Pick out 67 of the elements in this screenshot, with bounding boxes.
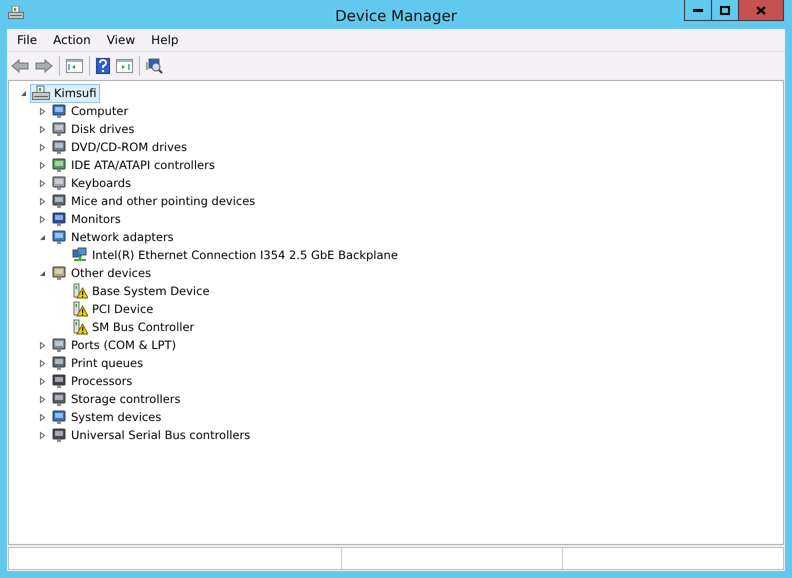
expand-arrow-icon[interactable] (38, 340, 47, 350)
tree-item[interactable]: Universal Serial Bus controllers (49, 426, 254, 444)
device-icon (51, 409, 67, 425)
close-button[interactable] (738, 0, 784, 21)
close-icon (756, 6, 766, 14)
menu-item[interactable]: Help (145, 33, 185, 47)
tree-item[interactable]: Keyboards (49, 174, 136, 192)
device-icon (51, 157, 67, 173)
minimize-button[interactable] (684, 0, 712, 21)
expand-arrow-icon[interactable] (38, 196, 47, 206)
device-icon (51, 355, 67, 371)
expand-arrow-icon[interactable] (38, 214, 47, 224)
tree-item[interactable]: Intel(R) Ethernet Connection I354 2.5 GbE Backplane (70, 246, 402, 264)
expand-arrow-icon[interactable] (38, 268, 47, 278)
tree-item[interactable]: Disk drives (49, 120, 138, 138)
maximize-icon (720, 6, 730, 14)
tree-item[interactable]: Storage controllers (49, 390, 185, 408)
device-icon (51, 229, 67, 245)
device-icon (51, 391, 67, 407)
tree-item[interactable]: Network adapters (49, 228, 178, 246)
expand-arrow-icon[interactable] (38, 394, 47, 404)
menu-item[interactable]: Action (47, 33, 97, 47)
expand-arrow-icon[interactable] (38, 160, 47, 170)
expand-arrow-icon[interactable] (38, 232, 47, 242)
device-icon (51, 139, 67, 155)
expand-arrow-icon[interactable] (38, 124, 47, 134)
device-icon (51, 193, 67, 209)
tree-item[interactable]: IDE ATA/ATAPI controllers (49, 156, 219, 174)
forward-arrow-icon[interactable] (35, 58, 53, 72)
help-icon[interactable] (96, 58, 110, 74)
expand-arrow-icon[interactable] (38, 430, 47, 440)
tree-item[interactable]: SM Bus Controller (70, 318, 198, 336)
minimize-icon (693, 8, 703, 12)
tree-item[interactable]: Ports (COM & LPT) (49, 336, 180, 354)
tree-item[interactable]: Computer (49, 102, 132, 120)
tree-item[interactable]: Monitors (49, 210, 125, 228)
tree-item[interactable]: Processors (49, 372, 136, 390)
tree-item[interactable]: Base System Device (70, 282, 214, 300)
scan-monitor-icon[interactable] (146, 58, 163, 74)
menu-item[interactable]: View (100, 33, 142, 47)
tree-item[interactable]: System devices (49, 408, 166, 426)
device-icon (51, 337, 67, 353)
panel-icon[interactable] (66, 58, 83, 72)
expand-arrow-icon[interactable] (38, 358, 47, 368)
device-icon (51, 427, 67, 443)
expand-arrow-icon[interactable] (19, 88, 28, 98)
expand-arrow-icon[interactable] (38, 106, 47, 116)
window-title: Device Manager (335, 6, 457, 24)
tree-item[interactable]: Other devices (49, 264, 156, 282)
expand-arrow-icon[interactable] (38, 376, 47, 386)
panel-icon[interactable] (116, 58, 133, 72)
expand-arrow-icon[interactable] (38, 178, 47, 188)
device-icon (51, 175, 67, 191)
device-icon (51, 373, 67, 389)
device-icon (51, 265, 67, 281)
expand-arrow-icon[interactable] (38, 412, 47, 422)
back-arrow-icon[interactable] (11, 58, 29, 72)
device-icon (51, 121, 67, 137)
device-icon (51, 103, 67, 119)
tree-item[interactable]: DVD/CD-ROM drives (49, 138, 191, 156)
tree-item[interactable]: Print queues (49, 354, 148, 372)
menu-item[interactable]: File (11, 33, 44, 47)
tree-item[interactable]: Kimsufi (30, 84, 100, 102)
expand-arrow-icon[interactable] (38, 142, 47, 152)
tree-item[interactable]: PCI Device (70, 300, 158, 318)
device-icon (51, 211, 67, 227)
tree-item[interactable]: Mice and other pointing devices (49, 192, 260, 210)
